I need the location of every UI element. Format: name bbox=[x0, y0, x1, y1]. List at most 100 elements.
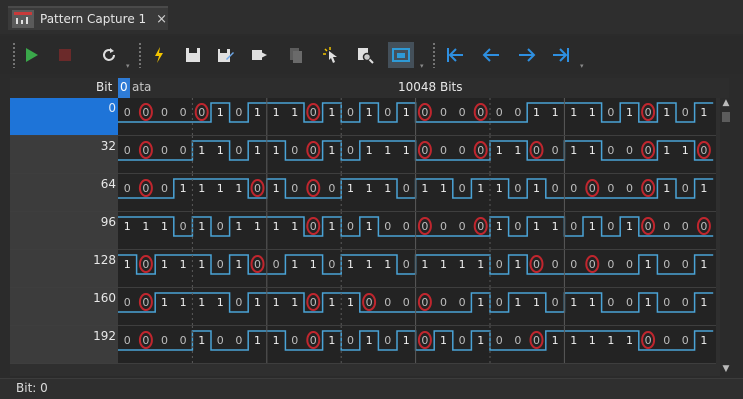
display-mode-button[interactable] bbox=[388, 42, 414, 68]
bit-value[interactable]: 0 bbox=[533, 334, 540, 347]
bit-value[interactable]: 0 bbox=[161, 106, 168, 119]
bit-value[interactable]: 0 bbox=[607, 220, 614, 233]
bit-value[interactable]: 0 bbox=[403, 296, 410, 309]
bit-value[interactable]: 1 bbox=[496, 144, 503, 157]
bit-value[interactable]: 1 bbox=[254, 106, 261, 119]
bit-value[interactable]: 0 bbox=[273, 258, 280, 271]
row-bit-data[interactable]: 11101011110101000000101101010000 bbox=[118, 212, 716, 250]
row-bit-data[interactable]: 00001001100101010101000111110001 bbox=[118, 326, 716, 364]
row-index-label[interactable]: 32 bbox=[10, 136, 118, 174]
save-as-button[interactable] bbox=[212, 42, 238, 68]
bit-value[interactable]: 1 bbox=[328, 106, 335, 119]
bit-value[interactable]: 1 bbox=[366, 106, 373, 119]
bit-value[interactable]: 0 bbox=[663, 258, 670, 271]
row-index-label[interactable]: 0 bbox=[10, 98, 118, 136]
row-index-label[interactable]: 160 bbox=[10, 288, 118, 326]
bit-value[interactable]: 0 bbox=[626, 296, 633, 309]
bit-value[interactable]: 1 bbox=[514, 296, 521, 309]
bit-value[interactable]: 0 bbox=[552, 296, 559, 309]
bit-value[interactable]: 1 bbox=[589, 144, 596, 157]
bit-value[interactable]: 0 bbox=[217, 334, 224, 347]
table-row[interactable]: 192 0 0 0 0 1 0 0 1 1 0 0 1 0 1 0 1 0 1 0 1 0 0 0 1 1 1 1 1 0 0 0 1 bbox=[10, 326, 716, 364]
bit-value[interactable]: 1 bbox=[198, 258, 205, 271]
row-bit-data[interactable]: 00011110100011101101101000000101 bbox=[118, 174, 716, 212]
bit-value[interactable]: 1 bbox=[161, 258, 168, 271]
bit-value[interactable]: 0 bbox=[310, 144, 317, 157]
table-row[interactable]: 000000101110101010000001111010101 bbox=[10, 98, 716, 136]
bit-value[interactable]: 0 bbox=[161, 182, 168, 195]
bit-value[interactable]: 1 bbox=[254, 220, 261, 233]
bit-value[interactable]: 0 bbox=[496, 106, 503, 119]
bit-value[interactable]: 1 bbox=[161, 296, 168, 309]
row-bit-data[interactable]: 00001101100101110000110011000110 bbox=[118, 136, 716, 174]
bit-value[interactable]: 1 bbox=[421, 182, 428, 195]
bit-value[interactable]: 1 bbox=[533, 220, 540, 233]
copy-button[interactable] bbox=[282, 42, 308, 68]
bit-value[interactable]: 0 bbox=[626, 144, 633, 157]
bit-value[interactable]: 1 bbox=[235, 182, 242, 195]
bit-value[interactable]: 1 bbox=[198, 182, 205, 195]
bit-value[interactable]: 1 bbox=[254, 296, 261, 309]
bit-value[interactable]: 1 bbox=[663, 106, 670, 119]
bit-value[interactable]: 0 bbox=[235, 144, 242, 157]
bit-value[interactable]: 0 bbox=[124, 334, 131, 347]
bit-value[interactable]: 1 bbox=[552, 334, 559, 347]
bit-value[interactable]: 0 bbox=[291, 182, 298, 195]
bit-value[interactable]: 1 bbox=[607, 334, 614, 347]
bit-value[interactable]: 0 bbox=[124, 106, 131, 119]
run-button[interactable] bbox=[18, 42, 44, 68]
selected-bit-cell[interactable]: 0 bbox=[118, 78, 130, 98]
row-index-label[interactable]: 64 bbox=[10, 174, 118, 212]
bit-value[interactable]: 0 bbox=[645, 220, 652, 233]
bit-column-header[interactable]: Bit bbox=[96, 80, 112, 94]
bit-value[interactable]: 0 bbox=[421, 106, 428, 119]
bit-value[interactable]: 1 bbox=[273, 144, 280, 157]
bit-value[interactable]: 0 bbox=[440, 144, 447, 157]
bit-value[interactable]: 1 bbox=[273, 182, 280, 195]
bit-value[interactable]: 0 bbox=[384, 296, 391, 309]
bit-value[interactable]: 1 bbox=[347, 258, 354, 271]
bit-value[interactable]: 1 bbox=[645, 258, 652, 271]
row-index-label[interactable]: 128 bbox=[10, 250, 118, 288]
bit-value[interactable]: 0 bbox=[589, 182, 596, 195]
table-row[interactable]: 64 0 0 0 1 1 1 1 0 1 0 0 0 1 1 1 0 1 1 0 1 1 0 1 0 0 0 0 0 0 1 0 1 bbox=[10, 174, 716, 212]
stop-button[interactable] bbox=[52, 42, 78, 68]
table-row[interactable]: 96 1 1 1 0 1 0 1 1 1 1 0 1 0 1 0 0 0 0 0 0 1 0 1 1 0 1 0 1 0 0 0 0 bbox=[10, 212, 716, 250]
bit-value[interactable]: 1 bbox=[403, 106, 410, 119]
bit-value[interactable]: 0 bbox=[459, 334, 466, 347]
bit-value[interactable]: 1 bbox=[198, 296, 205, 309]
search-button[interactable] bbox=[352, 42, 378, 68]
bit-value[interactable]: 0 bbox=[180, 144, 187, 157]
table-row[interactable]: 160 0 0 1 1 1 1 0 1 1 1 0 1 1 0 0 0 0 0 0 1 0 1 1 0 1 1 0 0 1 0 0 1 bbox=[10, 288, 716, 326]
scroll-thumb[interactable] bbox=[722, 112, 730, 122]
trigger-button[interactable] bbox=[146, 42, 172, 68]
bit-value[interactable]: 0 bbox=[347, 334, 354, 347]
bit-value[interactable]: 0 bbox=[645, 182, 652, 195]
bit-value[interactable]: 0 bbox=[366, 296, 373, 309]
bit-value[interactable]: 0 bbox=[477, 220, 484, 233]
bit-value[interactable]: 0 bbox=[235, 106, 242, 119]
bit-value[interactable]: 0 bbox=[310, 296, 317, 309]
bit-value[interactable]: 1 bbox=[217, 296, 224, 309]
bit-value[interactable]: 1 bbox=[124, 220, 131, 233]
table-row[interactable]: 32 0 0 0 0 1 1 0 1 1 0 0 1 0 1 1 1 0 0 0 0 1 1 0 0 1 1 0 0 0 1 1 0 bbox=[10, 136, 716, 174]
bit-value[interactable]: 1 bbox=[421, 258, 428, 271]
bit-value[interactable]: 1 bbox=[347, 296, 354, 309]
bit-value[interactable]: 1 bbox=[440, 334, 447, 347]
bit-value[interactable]: 1 bbox=[180, 296, 187, 309]
bit-value[interactable]: 1 bbox=[384, 182, 391, 195]
bit-value[interactable]: 1 bbox=[328, 220, 335, 233]
bit-value[interactable]: 0 bbox=[254, 182, 261, 195]
bit-value[interactable]: 0 bbox=[459, 296, 466, 309]
export-button[interactable] bbox=[246, 42, 272, 68]
bit-value[interactable]: 0 bbox=[514, 106, 521, 119]
bit-value[interactable]: 1 bbox=[496, 182, 503, 195]
bit-value[interactable]: 0 bbox=[552, 258, 559, 271]
bit-value[interactable]: 0 bbox=[180, 334, 187, 347]
bit-value[interactable]: 0 bbox=[700, 144, 707, 157]
bit-value[interactable]: 0 bbox=[180, 220, 187, 233]
bit-value[interactable]: 1 bbox=[533, 182, 540, 195]
bit-value[interactable]: 1 bbox=[366, 258, 373, 271]
bit-value[interactable]: 0 bbox=[477, 144, 484, 157]
table-row[interactable]: 128 1 0 1 1 1 0 1 0 0 1 1 0 1 1 1 0 1 1 1 1 0 1 0 0 0 0 0 0 1 0 0 1 bbox=[10, 250, 716, 288]
